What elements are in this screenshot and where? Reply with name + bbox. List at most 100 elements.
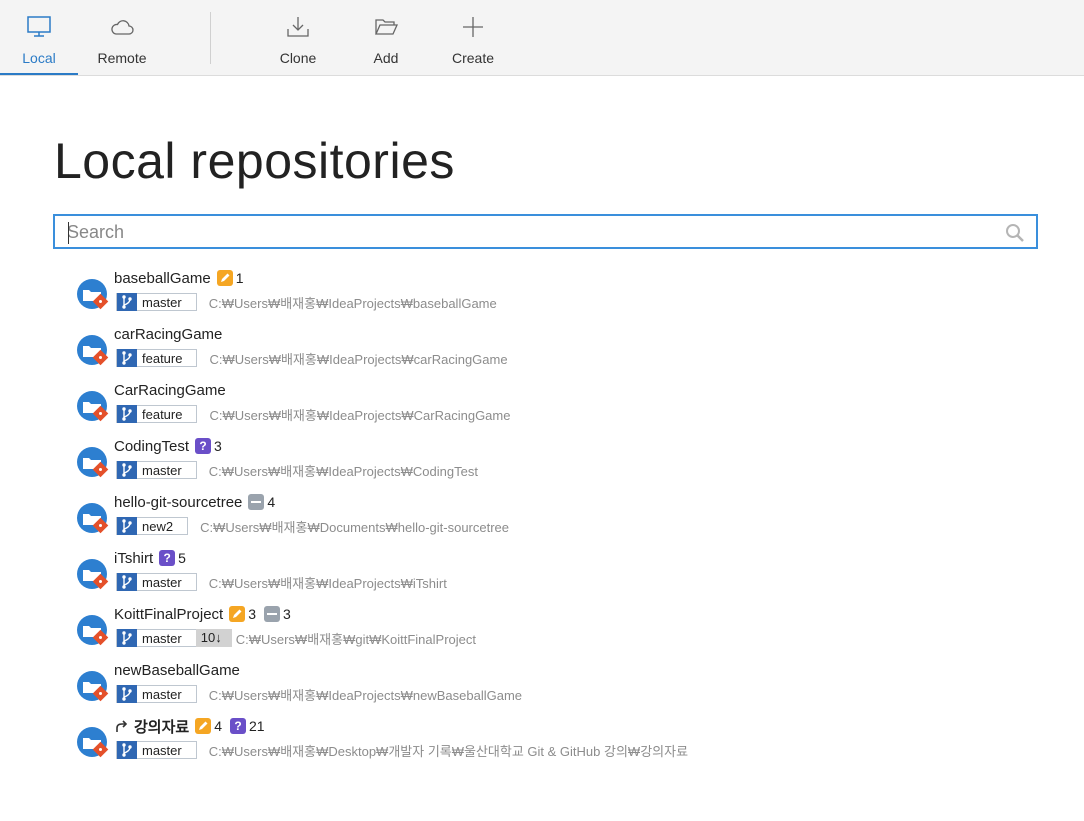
status-count: 4	[267, 494, 276, 510]
repository-item[interactable]: 강의자료 4? 21 master C:₩Users₩배재홍₩Desktop₩개발자 기…	[72, 718, 972, 770]
git-repo-folder-icon	[77, 503, 109, 534]
modified-pencil-icon	[229, 606, 246, 622]
untracked-question-icon: ?	[230, 718, 246, 734]
git-repo-folder-icon	[77, 391, 109, 422]
untracked-question-icon: ?	[195, 438, 212, 454]
repository-branch-line: master C:₩Users₩배재홍₩IdeaProjects₩CodingTe…	[116, 460, 478, 480]
repository-name-line: iTshirt? 5	[114, 548, 194, 568]
repository-path: C:₩Users₩배재홍₩Desktop₩개발자 기록₩울산대학교 Git & …	[208, 743, 689, 759]
repository-item[interactable]: iTshirt? 5 master C:₩Users₩배재홍₩IdeaProjects…	[72, 550, 972, 602]
shortcut-arrow-icon	[116, 720, 128, 732]
repository-branch-line: new2 C:₩Users₩배재홍₩Documents₩hello-git-sou…	[116, 516, 509, 536]
status-count: 3	[283, 606, 291, 622]
branch-icon	[117, 629, 137, 647]
repository-name: hello-git-sourcetree	[114, 493, 243, 511]
toolbar-divider	[210, 12, 211, 64]
status-count: 3	[248, 606, 257, 622]
branch-name: new2	[142, 518, 174, 534]
branch-name: master	[142, 630, 182, 646]
behind-count-badge: 10↓	[195, 629, 232, 647]
repository-item[interactable]: CodingTest? 3 master C:₩Users₩배재홍₩IdeaProje…	[72, 438, 972, 490]
repository-path: C:₩Users₩배재홍₩IdeaProjects₩iTshirt	[208, 575, 447, 591]
removed-minus-icon	[248, 494, 265, 510]
repository-name: baseballGame	[114, 269, 211, 287]
branch-tag: feature	[116, 405, 198, 423]
add-button-label: Add	[373, 50, 399, 66]
repository-item[interactable]: KoittFinalProject 3 3 master 10↓ C:₩Users₩배재홍…	[72, 606, 972, 658]
repository-name-line: newBaseballGame	[114, 660, 246, 680]
repository-item[interactable]: hello-git-sourcetree 4 new2 C:₩Users₩배재홍₩Do…	[72, 494, 972, 546]
branch-icon	[117, 349, 137, 367]
toolbar: Local Remote Clone Add Create	[0, 0, 1084, 76]
git-repo-folder-icon	[77, 279, 109, 310]
branch-name: master	[142, 742, 182, 758]
branch-tag: new2	[116, 517, 189, 535]
repository-name: newBaseballGame	[114, 661, 240, 679]
repository-path: C:₩Users₩배재홍₩IdeaProjects₩CarRacingGame	[209, 407, 511, 423]
removed-minus-icon	[264, 606, 281, 622]
status-count: 3	[214, 438, 222, 454]
branch-icon	[117, 741, 137, 759]
repository-item[interactable]: carRacingGame feature C:₩Users₩배재홍₩IdeaPro…	[72, 326, 972, 378]
clone-button[interactable]: Clone	[262, 0, 334, 75]
branch-tag: master	[116, 573, 197, 591]
repository-name: KoittFinalProject	[114, 605, 224, 623]
branch-name: master	[142, 574, 182, 590]
branch-tag: master	[116, 461, 197, 479]
repository-path: C:₩Users₩배재홍₩Documents₩hello-git-sourcet…	[200, 519, 510, 535]
local-tab-label: Local	[22, 50, 56, 66]
repository-name: carRacingGame	[114, 325, 223, 343]
search-box[interactable]	[53, 214, 1038, 249]
repository-name-line: baseballGame 1	[114, 268, 252, 288]
repository-path: C:₩Users₩배재홍₩git₩KoittFinalProject	[235, 631, 476, 647]
repository-branch-line: master C:₩Users₩배재홍₩Desktop₩개발자 기록₩울산대학교 …	[116, 740, 688, 760]
branch-tag: feature	[116, 349, 198, 367]
repository-branch-line: master C:₩Users₩배재홍₩IdeaProjects₩newBaseb…	[116, 684, 522, 704]
git-repo-folder-icon	[77, 615, 109, 646]
repository-branch-line: master C:₩Users₩배재홍₩IdeaProjects₩baseball…	[116, 292, 497, 312]
repository-name: CodingTest	[114, 437, 190, 455]
git-repo-folder-icon	[77, 559, 109, 590]
branch-name: master	[142, 686, 182, 702]
search-input[interactable]	[67, 220, 997, 244]
git-repo-folder-icon	[77, 727, 109, 758]
add-button[interactable]: Add	[350, 0, 422, 75]
create-button-label: Create	[451, 50, 495, 66]
git-repo-folder-icon	[77, 671, 109, 702]
create-button[interactable]: Create	[437, 0, 509, 75]
repository-name-line: KoittFinalProject 3 3	[114, 604, 299, 624]
branch-name: master	[142, 462, 182, 478]
status-count: 4	[214, 718, 222, 734]
repository-name: CarRacingGame	[114, 381, 226, 399]
branch-name: master	[142, 294, 182, 310]
remote-tab[interactable]: Remote	[84, 0, 160, 75]
repository-branch-line: feature C:₩Users₩배재홍₩IdeaProjects₩carRaci…	[116, 348, 508, 368]
branch-tag: master	[116, 741, 197, 759]
text-caret	[68, 222, 69, 244]
repository-item[interactable]: baseballGame 1 master C:₩Users₩배재홍₩IdeaProj…	[72, 270, 972, 322]
remote-tab-label: Remote	[97, 50, 147, 66]
branch-icon	[117, 685, 137, 703]
page-title: Local repositories	[54, 133, 455, 189]
branch-icon	[117, 405, 137, 423]
search-icon[interactable]	[1004, 222, 1026, 244]
status-count: 21	[249, 718, 265, 734]
git-repo-folder-icon	[77, 447, 109, 478]
untracked-question-icon: ?	[159, 550, 176, 566]
branch-icon	[117, 517, 137, 535]
repository-name: 강의자료	[134, 718, 190, 736]
repository-branch-line: master C:₩Users₩배재홍₩IdeaProjects₩iTshirt	[116, 572, 447, 592]
git-repo-folder-icon	[77, 335, 109, 366]
repository-item[interactable]: CarRacingGame feature C:₩Users₩배재홍₩IdeaPro…	[72, 382, 972, 434]
local-tab[interactable]: Local	[0, 0, 78, 75]
status-count: 1	[235, 270, 244, 286]
branch-icon	[117, 293, 137, 311]
repository-path: C:₩Users₩배재홍₩IdeaProjects₩carRacingGame	[209, 351, 508, 367]
branch-icon	[117, 461, 137, 479]
branch-name: feature	[142, 406, 183, 422]
repository-name-line: carRacingGame	[114, 324, 228, 344]
repository-branch-line: feature C:₩Users₩배재홍₩IdeaProjects₩CarRaci…	[116, 404, 510, 424]
download-icon	[287, 17, 309, 37]
repository-item[interactable]: newBaseballGame master C:₩Users₩배재홍₩IdeaPr…	[72, 662, 972, 714]
repository-name-line: 강의자료 4? 21	[114, 716, 273, 736]
